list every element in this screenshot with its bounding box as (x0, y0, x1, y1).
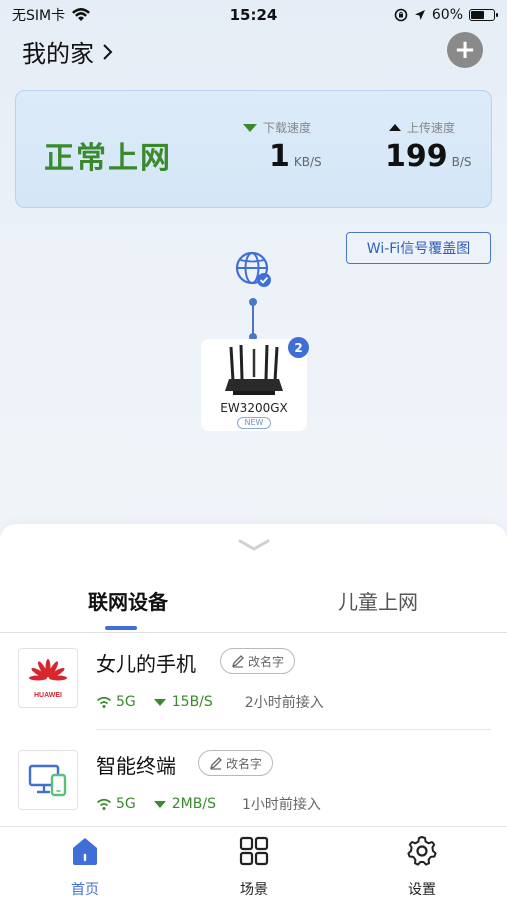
device-connect-time: 1小时前接入 (241, 797, 321, 813)
chevron-right-icon (103, 43, 113, 60)
upload-arrow-icon (389, 124, 401, 131)
rename-button[interactable]: 改名字 (220, 648, 296, 674)
router-name: EW3200GX (220, 401, 288, 415)
device-name: 女儿的手机 (96, 652, 196, 676)
download-arrow-icon (153, 800, 166, 808)
upload-unit: B/S (451, 155, 472, 169)
chevron-down-icon[interactable] (238, 538, 270, 552)
device-terminal-icon (18, 750, 78, 810)
rename-button[interactable]: 改名字 (198, 750, 274, 776)
bottom-nav: 首页 场景 设置 (0, 826, 507, 900)
pencil-icon (231, 655, 244, 668)
nav-home-label: 首页 (71, 882, 99, 898)
download-arrow-icon (153, 698, 166, 706)
active-tab-indicator (105, 626, 137, 630)
orientation-lock-icon (394, 8, 408, 22)
location-arrow-icon (414, 10, 425, 20)
new-badge: NEW (237, 417, 271, 429)
home-icon (73, 838, 97, 865)
grid-icon (239, 836, 269, 866)
rename-label: 改名字 (248, 654, 285, 669)
nav-scenes-label: 场景 (240, 882, 268, 898)
device-connect-time: 2小时前接入 (244, 695, 324, 711)
nav-scenes[interactable]: 场景 (214, 835, 294, 899)
row-divider (96, 729, 491, 730)
wifi-icon (96, 798, 112, 810)
nav-settings[interactable]: 设置 (382, 835, 462, 899)
device-meta: 5G 2MB/S 1小时前接入 (96, 794, 321, 814)
device-name: 智能终端 (96, 754, 176, 778)
wifi-icon (96, 696, 112, 708)
rename-label: 改名字 (226, 756, 263, 771)
connection-state: 正常上网 (44, 141, 172, 176)
tabs-divider (0, 632, 507, 633)
plus-icon: + (454, 35, 476, 65)
device-band: 5G (116, 694, 136, 710)
battery-percent: 60% (431, 7, 463, 23)
add-button[interactable]: + (447, 32, 483, 68)
upload-speed: 上传速度 199 B/S (385, 119, 472, 172)
device-speed: 2MB/S (171, 796, 216, 812)
device-band: 5G (116, 796, 136, 812)
nav-home[interactable]: 首页 (45, 835, 125, 899)
globe-internet-icon[interactable] (234, 250, 274, 290)
download-unit: KB/S (293, 155, 322, 169)
device-meta: 5G 15B/S 2小时前接入 (96, 692, 324, 712)
home-selector[interactable]: 我的家 (22, 34, 114, 69)
nav-settings-label: 设置 (408, 882, 436, 898)
network-status-card: 正常上网 下载速度 1 KB/S 上传速度 199 B/S (15, 90, 492, 208)
download-arrow-icon (243, 123, 257, 132)
tab-bar: 联网设备 儿童上网 (0, 586, 507, 632)
router-icon (225, 345, 283, 395)
upload-label: 上传速度 (407, 121, 456, 135)
device-row-smart-terminal[interactable]: 智能终端 改名字 5G 2MB/S 1小时前接入 (0, 736, 507, 832)
tab-connected-devices[interactable]: 联网设备 (88, 586, 168, 615)
status-bar: 无SIM卡 15:24 60% (0, 0, 507, 30)
huawei-brand-text: HUAWEI (34, 692, 62, 699)
download-speed: 下载速度 1 KB/S (243, 119, 322, 172)
download-label: 下载速度 (263, 121, 312, 135)
upload-value: 199 (385, 139, 448, 174)
link-line (252, 300, 254, 336)
pencil-icon (209, 757, 222, 770)
home-title: 我的家 (22, 40, 94, 68)
device-row-daughter-phone[interactable]: HUAWEI 女儿的手机 改名字 5G 15B/S 2小时前接入 (0, 634, 507, 730)
wifi-coverage-button[interactable]: Wi-Fi信号覆盖图 (346, 232, 491, 264)
connected-count-badge: 2 (288, 337, 309, 358)
clock: 15:24 (229, 6, 278, 24)
gear-icon (407, 836, 437, 866)
download-value: 1 (269, 139, 290, 174)
tab-kids-internet[interactable]: 儿童上网 (338, 586, 418, 615)
huawei-logo-icon: HUAWEI (18, 648, 78, 708)
device-speed: 15B/S (171, 694, 213, 710)
battery-icon (469, 9, 498, 21)
carrier-label: 无SIM卡 (12, 8, 66, 24)
wifi-icon (72, 8, 91, 21)
